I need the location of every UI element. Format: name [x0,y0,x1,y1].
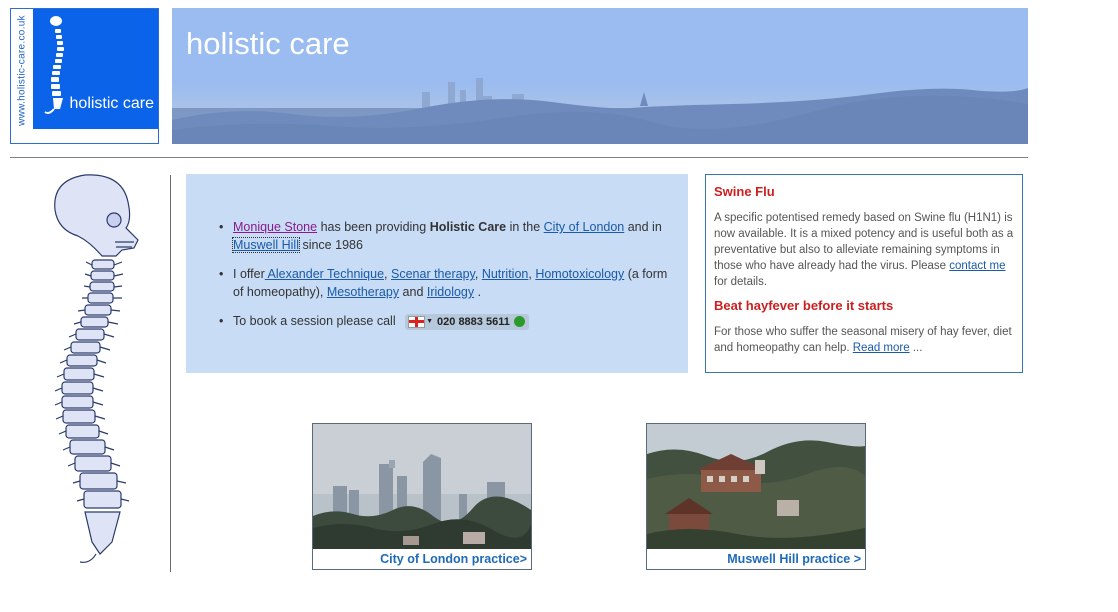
muswell-hill-photo[interactable] [647,424,865,549]
intro-bold-holistic-care: Holistic Care [429,220,507,234]
muswell-hill-practice-card[interactable]: Muswell Hill practice > [646,423,866,570]
link-nutrition[interactable]: Nutrition [482,267,529,281]
intro-list: • Monique Stone has been providing Holis… [208,218,678,341]
logo-url-text: www.holistic-care.co.uk [16,15,28,126]
separator: , [384,267,391,281]
bullet: • [219,314,224,328]
news-panel: Swine Flu A specific potentised remedy b… [705,174,1023,373]
news-headline-hayfever: Beat hayfever before it starts [714,298,894,313]
logo-bottom-strip [33,129,158,143]
intro-text: in the [506,220,544,234]
city-of-london-photo[interactable] [313,424,531,549]
logo-url-strip: www.holistic-care.co.uk [11,9,33,143]
call-icon[interactable] [513,316,525,328]
news-paragraph-swine-flu: A specific potentised remedy based on Sw… [714,210,1014,290]
intro-panel: • Monique Stone has been providing Holis… [186,174,688,373]
dropdown-arrow-icon[interactable]: ▼ [426,318,433,325]
phone-widget[interactable]: ▼ 020 8883 5611 [405,313,529,330]
header-banner: holistic care [172,8,1028,144]
intro-text: has been providing [317,220,430,234]
uk-flag-icon [408,315,426,328]
logo-brand-text: holistic care [69,95,154,112]
link-contact-me[interactable]: contact me [949,260,1005,272]
banner-title: holistic care [186,26,350,61]
intro-item-services: • I offer Alexander Technique, Scenar th… [208,265,678,301]
logo-blue-panel: holistic care [33,9,158,129]
link-scenar-therapy[interactable]: Scenar therapy [391,267,475,281]
intro-text: since 1986 [298,238,363,252]
intro-item-about: • Monique Stone has been providing Holis… [208,218,678,254]
city-of-london-practice-link[interactable]: City of London practice> [380,552,527,566]
muswell-hill-practice-link[interactable]: Muswell Hill practice > [727,552,861,566]
phone-number[interactable]: 020 8883 5611 [437,316,510,328]
link-muswell-hill[interactable]: Muswell Hill [232,237,300,253]
bullet: • [219,220,224,234]
skeleton-spine-icon [54,174,139,563]
intro-text: and [399,285,427,299]
bullet: • [219,267,224,281]
link-monique-stone[interactable]: Monique Stone [233,220,317,234]
link-homotoxicology[interactable]: Homotoxicology [535,267,624,281]
booking-text: To book a session please call [233,314,396,328]
link-mesotherapy[interactable]: Mesotherapy [327,285,399,299]
news-text: for details. [714,276,768,288]
site-logo[interactable]: www.holistic-care.co.uk holistic care [10,8,159,144]
news-headline-swine-flu: Swine Flu [714,184,775,199]
link-read-more[interactable]: Read more [853,342,910,354]
news-text: ... [909,342,923,354]
intro-text: . [474,285,482,299]
spine-illustration [30,170,140,570]
header-divider [10,157,1028,158]
sidebar-divider [170,175,171,572]
intro-item-booking: • To book a session please call ▼ 020 888… [208,312,678,330]
link-iridology[interactable]: Iridology [427,285,474,299]
intro-text: I offer [233,267,265,281]
separator: , [474,267,482,281]
intro-text: and in [624,220,662,234]
link-city-of-london[interactable]: City of London [544,220,625,234]
news-paragraph-hayfever: For those who suffer the seasonal misery… [714,324,1014,356]
link-alexander-technique[interactable]: Alexander Technique [265,267,385,281]
city-of-london-practice-card[interactable]: City of London practice> [312,423,532,570]
